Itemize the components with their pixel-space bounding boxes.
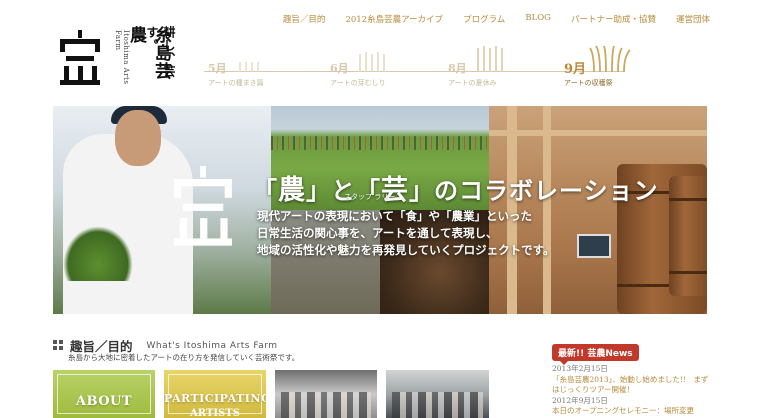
news-item[interactable]: 2012年9月15日 本日のオープニングセレモニー：場所変更: [552, 396, 712, 417]
hero-desc-line: 日常生活の関心事を、アートを通して表現し、: [257, 226, 498, 240]
hero-description: 現代アートの表現において「食」や「農業」といった 日常生活の関心事を、アートを通…: [257, 208, 555, 259]
season-timeline: 5月 アートの種まき篇 6月 アートの芽むしり 8月 アートの夏休み 9月 アー…: [204, 38, 631, 87]
news-item[interactable]: 2013年2月15日 「糸島芸農2013」、始動し始めました!! まずはじっくり…: [552, 364, 712, 396]
barrel: [669, 176, 707, 296]
video-monitor: [577, 234, 611, 258]
timeline-month: 5月: [208, 62, 227, 75]
site-logo[interactable]: 耕し、芸す。 糸島芸農 Itoshima Arts Farm: [58, 24, 176, 94]
hero-desc-line: 地域の活性化や魅力を再発見していくプロジェクトです。: [257, 243, 555, 257]
hero-title: 「農」と「芸」のコラボレーション: [253, 168, 659, 207]
nav-item-blog[interactable]: BLOG: [525, 13, 551, 25]
wood-beam: [489, 130, 707, 136]
artists-card-label: PARTICIPATING: [164, 392, 266, 405]
news-list: 2013年2月15日 「糸島芸農2013」、始動し始めました!! まずはじっくり…: [552, 364, 712, 417]
farmer-head: [115, 110, 161, 166]
photo-people: [281, 392, 371, 418]
rice-harvest-icon: [589, 45, 631, 72]
field-crowd: [271, 136, 489, 150]
rice-stalk-icon: [359, 52, 385, 72]
artists-card-sub: ARTISTS: [190, 408, 240, 418]
timeline-label: アートの夏休み: [448, 79, 497, 87]
photo-card-event[interactable]: [386, 370, 489, 418]
timeline-month: 8月: [448, 62, 467, 75]
about-card[interactable]: ABOUT: [53, 370, 155, 418]
hero-title-nou: 農: [278, 175, 306, 206]
rice-stalk-icon: [239, 62, 259, 72]
hero-title-part: 「: [253, 176, 278, 205]
hero-banner: 「農」と「芸」のコラボレーション スタッフ ラリー 現代アートの表現において「食…: [53, 106, 707, 314]
nav-item-archive[interactable]: 2012糸島芸農アーカイブ: [345, 13, 443, 25]
rice-stalk-icon: [477, 46, 503, 72]
hero-photo-farmer: [53, 106, 271, 314]
timeline-label: アートの芽むしり: [330, 79, 386, 87]
staff-label: スタッフ ラリー: [344, 193, 396, 201]
nav-item-partners[interactable]: パートナー助成・協賛: [571, 13, 656, 25]
arts-farm-logo-white-icon: [174, 166, 232, 246]
rice-seedling: [63, 226, 133, 281]
nav-item-purpose[interactable]: 趣旨／目的: [283, 13, 326, 25]
main-nav: 趣旨／目的 2012糸島芸農アーカイブ プログラム BLOG パートナー助成・協…: [283, 13, 710, 25]
news-badge: 最新!! 芸農News: [552, 344, 639, 365]
timeline-label: アートの収穫祭: [564, 79, 613, 87]
nav-item-organizer[interactable]: 運営団体: [676, 13, 710, 25]
timeline-month: 9月: [564, 62, 587, 77]
purpose-description: 糸島から大地に密着したアートの在り方を発信していく芸術祭です。: [68, 353, 300, 362]
grid-squares-icon: [53, 340, 64, 351]
photo-people: [392, 392, 483, 418]
purpose-title-en: What's Itoshima Arts Farm: [146, 340, 278, 351]
about-card-label: ABOUT: [75, 394, 133, 409]
news-link[interactable]: 「糸島芸農2013」、始動し始めました!! まずはじっくりツアー開催！: [552, 375, 712, 396]
logo-name: 糸島芸農: [126, 26, 171, 80]
logo-subtitle: Itoshima Arts Farm: [114, 30, 130, 90]
news-date: 2012年9月15日: [552, 395, 608, 405]
news-date: 2013年2月15日: [552, 364, 608, 373]
logo-sub-en: Itoshima Arts Farm: [114, 30, 130, 85]
hero-desc-line: 現代アートの表現において「食」や「農業」といった: [257, 209, 532, 223]
photo-card-meeting[interactable]: [275, 370, 377, 418]
arts-farm-logo-icon: [60, 30, 100, 85]
timeline-month: 6月: [330, 62, 349, 75]
participating-artists-card[interactable]: PARTICIPATING ARTISTS: [164, 370, 266, 418]
hero-title-part: 」のコラボレーション: [409, 176, 659, 205]
purpose-cards: ABOUT PARTICIPATING ARTISTS: [53, 370, 489, 418]
timeline-label: アートの種まき篇: [208, 79, 264, 87]
nav-item-program[interactable]: プログラム: [463, 13, 505, 25]
news-link[interactable]: 本日のオープニングセレモニー：場所変更: [552, 406, 712, 417]
